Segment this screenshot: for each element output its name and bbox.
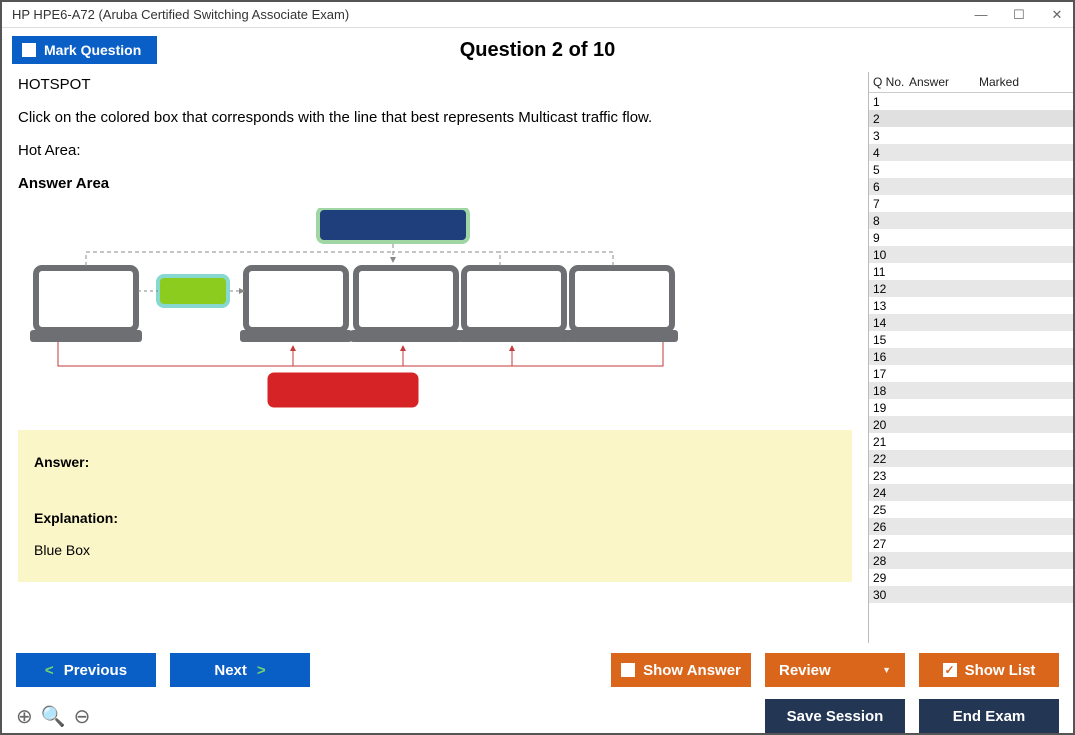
answer-box: Answer: Explanation: Blue Box: [18, 430, 852, 582]
close-icon[interactable]: ✕: [1047, 7, 1067, 23]
body: HOTSPOT Click on the colored box that co…: [2, 72, 1073, 643]
question-list-row[interactable]: 28: [869, 552, 1073, 569]
question-list-row[interactable]: 24: [869, 484, 1073, 501]
question-list-row[interactable]: 4: [869, 144, 1073, 161]
question-list-row[interactable]: 15: [869, 331, 1073, 348]
chevron-right-icon: >: [257, 662, 266, 679]
main-panel: HOTSPOT Click on the colored box that co…: [2, 72, 868, 643]
question-list-row[interactable]: 23: [869, 467, 1073, 484]
header-marked: Marked: [979, 75, 1073, 89]
minimize-icon[interactable]: —: [971, 7, 991, 23]
next-button[interactable]: Next >: [170, 653, 310, 687]
mark-question-button[interactable]: Mark Question: [12, 36, 157, 64]
show-list-label: Show List: [965, 662, 1036, 679]
question-list-row[interactable]: 5: [869, 161, 1073, 178]
chevron-left-icon: <: [45, 662, 54, 679]
question-list-row[interactable]: 16: [869, 348, 1073, 365]
question-list-row[interactable]: 30: [869, 586, 1073, 603]
question-list-row[interactable]: 10: [869, 246, 1073, 263]
red-box[interactable]: [268, 373, 418, 407]
save-session-label: Save Session: [787, 708, 884, 725]
show-answer-button[interactable]: Show Answer: [611, 653, 751, 687]
header-answer: Answer: [909, 75, 979, 89]
question-list-panel: Q No. Answer Marked 12345678910111213141…: [868, 72, 1073, 643]
explanation-label: Explanation:: [34, 510, 836, 526]
checkbox-icon: [22, 43, 36, 57]
review-label: Review: [779, 662, 831, 679]
checked-icon: ✓: [943, 663, 957, 677]
question-list-row[interactable]: 12: [869, 280, 1073, 297]
zoom-in-icon[interactable]: ⊕: [16, 704, 33, 729]
mark-question-label: Mark Question: [44, 42, 141, 58]
checkbox-icon: [621, 663, 635, 677]
laptop-icon: [30, 268, 142, 342]
green-box[interactable]: [158, 276, 228, 306]
laptop-icon: [350, 268, 462, 342]
chevron-down-icon: ▼: [882, 665, 891, 675]
question-text: HOTSPOT Click on the colored box that co…: [18, 76, 852, 208]
question-list-row[interactable]: 22: [869, 450, 1073, 467]
end-exam-label: End Exam: [953, 708, 1026, 725]
question-list-row[interactable]: 1: [869, 93, 1073, 110]
previous-button[interactable]: < Previous: [16, 653, 156, 687]
zoom-icon[interactable]: 🔍: [41, 704, 66, 729]
window-controls: — ☐ ✕: [971, 7, 1067, 23]
question-list-row[interactable]: 9: [869, 229, 1073, 246]
question-list-row[interactable]: 2: [869, 110, 1073, 127]
question-list-row[interactable]: 19: [869, 399, 1073, 416]
question-list-row[interactable]: 7: [869, 195, 1073, 212]
question-list-row[interactable]: 14: [869, 314, 1073, 331]
answer-label: Answer:: [34, 454, 836, 470]
question-list-row[interactable]: 17: [869, 365, 1073, 382]
question-list-header: Q No. Answer Marked: [869, 72, 1073, 93]
question-list-row[interactable]: 18: [869, 382, 1073, 399]
question-type: HOTSPOT: [18, 76, 852, 93]
show-answer-label: Show Answer: [643, 662, 741, 679]
hot-area-label: Hot Area:: [18, 142, 852, 159]
question-prompt: Click on the colored box that correspond…: [18, 109, 852, 126]
save-session-button[interactable]: Save Session: [765, 699, 905, 733]
question-list-row[interactable]: 27: [869, 535, 1073, 552]
zoom-out-icon[interactable]: ⊖: [74, 704, 91, 729]
blue-box[interactable]: [318, 208, 468, 242]
question-list-row[interactable]: 26: [869, 518, 1073, 535]
laptop-icon: [458, 268, 570, 342]
question-list-rows[interactable]: 1234567891011121314151617181920212223242…: [869, 93, 1073, 643]
question-list-row[interactable]: 25: [869, 501, 1073, 518]
footer: < Previous Next > Show Answer Review ▼ ✓…: [2, 643, 1073, 733]
question-counter: Question 2 of 10: [460, 39, 616, 62]
zoom-controls: ⊕ 🔍 ⊖: [16, 704, 90, 729]
maximize-icon[interactable]: ☐: [1009, 7, 1029, 23]
titlebar: HP HPE6-A72 (Aruba Certified Switching A…: [2, 2, 1073, 28]
review-dropdown[interactable]: Review ▼: [765, 653, 905, 687]
question-list-row[interactable]: 6: [869, 178, 1073, 195]
laptop-icon: [240, 268, 352, 342]
previous-label: Previous: [64, 662, 127, 679]
question-list-row[interactable]: 20: [869, 416, 1073, 433]
question-list-row[interactable]: 3: [869, 127, 1073, 144]
end-exam-button[interactable]: End Exam: [919, 699, 1059, 733]
header-qno: Q No.: [869, 75, 909, 89]
question-list-row[interactable]: 8: [869, 212, 1073, 229]
explanation-text: Blue Box: [34, 542, 836, 558]
question-list-row[interactable]: 21: [869, 433, 1073, 450]
window-title: HP HPE6-A72 (Aruba Certified Switching A…: [12, 7, 349, 22]
question-list-row[interactable]: 11: [869, 263, 1073, 280]
laptop-icon: [566, 268, 678, 342]
footer-row-1: < Previous Next > Show Answer Review ▼ ✓…: [16, 653, 1059, 687]
answer-area-label: Answer Area: [18, 175, 852, 192]
next-label: Next: [214, 662, 247, 679]
question-list-row[interactable]: 29: [869, 569, 1073, 586]
topbar: Mark Question Question 2 of 10: [2, 28, 1073, 72]
show-list-button[interactable]: ✓ Show List: [919, 653, 1059, 687]
multicast-diagram: [18, 208, 738, 418]
question-list-row[interactable]: 13: [869, 297, 1073, 314]
footer-row-2: ⊕ 🔍 ⊖ Save Session End Exam: [16, 699, 1059, 733]
app-window: HP HPE6-A72 (Aruba Certified Switching A…: [0, 0, 1075, 735]
